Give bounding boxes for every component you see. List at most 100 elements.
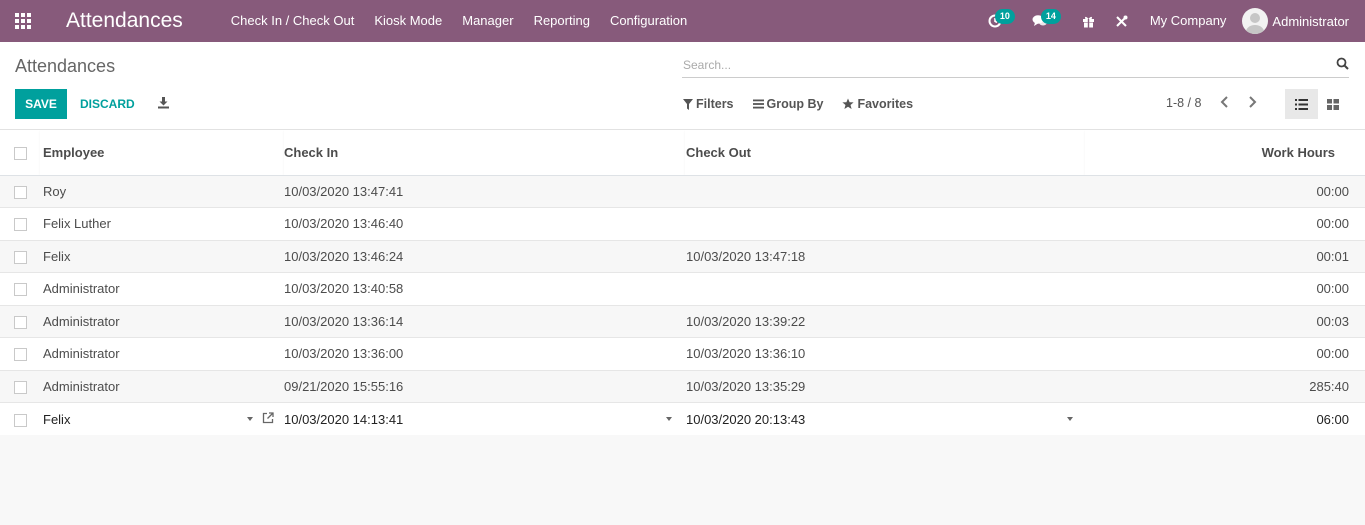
row-checkbox[interactable]	[14, 413, 27, 427]
kanban-view-button[interactable]	[1320, 89, 1346, 119]
favorites-button[interactable]: Favorites	[842, 97, 913, 111]
check-in-cell[interactable]: 09/21/2020 15:55:16	[284, 369, 685, 403]
check-in-cell[interactable]: 10/03/2020 13:47:41	[284, 174, 685, 208]
work-hours-cell[interactable]: 00:00	[1085, 337, 1365, 370]
external-link-icon[interactable]	[262, 412, 274, 424]
app-title[interactable]: Attendances	[46, 9, 221, 33]
employee-dropdown-caret-icon[interactable]	[247, 417, 253, 421]
check-out-field[interactable]: 10/03/2020 20:13:43	[685, 402, 1085, 435]
menu-item-check-in-check-out[interactable]: Check In / Check Out	[221, 0, 365, 42]
employee-cell[interactable]: Administrator	[40, 337, 284, 370]
group-by-label: Group By	[766, 97, 824, 111]
activity-count-badge: 10	[994, 9, 1015, 24]
employee-cell[interactable]: Administrator	[40, 304, 284, 338]
column-header-employee[interactable]: Employee	[40, 130, 284, 176]
top-navbar: Attendances Check In / Check Out Kiosk M…	[0, 0, 1365, 42]
debug-tools-menu[interactable]	[1105, 0, 1138, 42]
check-out-cell[interactable]: 10/03/2020 13:39:22	[685, 304, 1085, 338]
column-header-check-in[interactable]: Check In	[284, 130, 685, 176]
activity-menu[interactable]: 10	[978, 0, 1022, 42]
employee-cell[interactable]: Roy	[40, 174, 284, 208]
check-out-cell[interactable]	[685, 272, 1085, 305]
employee-field[interactable]: Felix	[40, 402, 284, 435]
work-hours-cell[interactable]: 00:03	[1085, 304, 1365, 338]
company-switcher[interactable]: My Company	[1138, 0, 1243, 42]
table-row[interactable]: Administrator 10/03/2020 13:36:00 10/03/…	[0, 337, 1365, 370]
editable-row[interactable]: Felix 10/03/2020 14:13:41 10/03/2020 20:…	[0, 402, 1365, 435]
table-row[interactable]: Felix 10/03/2020 13:46:24 10/03/2020 13:…	[0, 239, 1365, 273]
row-select-cell	[0, 207, 40, 240]
download-icon[interactable]	[157, 96, 170, 109]
work-hours-cell[interactable]: 00:01	[1085, 239, 1365, 273]
work-hours-cell[interactable]: 00:00	[1085, 174, 1365, 208]
employee-field-value: Felix	[43, 411, 71, 427]
control-panel: Attendances SAVE DISCARD Filters Group B…	[0, 42, 1365, 130]
check-in-picker-caret-icon[interactable]	[666, 417, 672, 421]
menu-item-kiosk-mode[interactable]: Kiosk Mode	[364, 0, 452, 42]
filters-button[interactable]: Filters	[683, 97, 734, 111]
row-checkbox[interactable]	[14, 348, 27, 362]
work-hours-cell[interactable]: 00:00	[1085, 207, 1365, 240]
group-by-button[interactable]: Group By	[752, 97, 824, 111]
row-checkbox[interactable]	[14, 283, 27, 297]
column-header-check-out[interactable]: Check Out	[685, 130, 1085, 176]
search-options: Filters Group By Favorites	[683, 97, 932, 111]
list-view-button[interactable]	[1285, 89, 1318, 119]
chevron-left-icon[interactable]	[1220, 96, 1230, 108]
table-row[interactable]: Administrator 10/03/2020 13:36:14 10/03/…	[0, 304, 1365, 338]
check-in-cell[interactable]: 10/03/2020 13:40:58	[284, 272, 685, 305]
search-bar	[682, 54, 1349, 78]
row-checkbox[interactable]	[14, 218, 27, 232]
table-row[interactable]: Roy 10/03/2020 13:47:41 00:00	[0, 174, 1365, 208]
search-icon[interactable]	[1336, 57, 1349, 70]
employee-cell[interactable]: Administrator	[40, 272, 284, 305]
select-all-checkbox[interactable]	[14, 146, 27, 160]
messaging-menu[interactable]: 14	[1022, 0, 1072, 42]
menu-item-manager[interactable]: Manager	[452, 0, 523, 42]
employee-cell[interactable]: Administrator	[40, 369, 284, 403]
check-out-cell[interactable]: 10/03/2020 13:35:29	[685, 369, 1085, 403]
discard-button[interactable]: DISCARD	[80, 89, 135, 119]
employee-cell[interactable]: Felix Luther	[40, 207, 284, 240]
check-in-cell[interactable]: 10/03/2020 13:46:40	[284, 207, 685, 240]
work-hours-cell[interactable]: 285:40	[1085, 369, 1365, 403]
list-icon	[1295, 98, 1308, 110]
check-in-cell[interactable]: 10/03/2020 13:36:14	[284, 304, 685, 338]
row-select-cell	[0, 369, 40, 403]
breadcrumb: Attendances	[15, 56, 116, 76]
menu-item-configuration[interactable]: Configuration	[600, 0, 697, 42]
message-count-badge: 14	[1040, 9, 1061, 24]
check-out-cell[interactable]	[685, 207, 1085, 240]
row-checkbox[interactable]	[14, 315, 27, 329]
table-row[interactable]: Administrator 09/21/2020 15:55:16 10/03/…	[0, 369, 1365, 403]
row-checkbox[interactable]	[14, 250, 27, 264]
check-out-cell[interactable]	[685, 174, 1085, 208]
kanban-icon	[1327, 98, 1339, 110]
check-in-cell[interactable]: 10/03/2020 13:36:00	[284, 337, 685, 370]
column-header-work-hours[interactable]: Work Hours	[1085, 130, 1365, 176]
attendance-list: Employee Check In Check Out Work Hours R…	[0, 130, 1365, 435]
save-button[interactable]: SAVE	[15, 89, 67, 119]
apps-menu-icon[interactable]	[0, 0, 46, 42]
search-input[interactable]	[682, 54, 1322, 76]
row-checkbox[interactable]	[14, 185, 27, 199]
tools-icon	[1116, 15, 1128, 27]
gift-menu[interactable]	[1072, 0, 1105, 42]
check-in-cell[interactable]: 10/03/2020 13:46:24	[284, 239, 685, 273]
work-hours-cell[interactable]: 00:00	[1085, 272, 1365, 305]
table-row[interactable]: Felix Luther 10/03/2020 13:46:40 00:00	[0, 207, 1365, 240]
check-out-picker-caret-icon[interactable]	[1067, 417, 1073, 421]
table-row[interactable]: Administrator 10/03/2020 13:40:58 00:00	[0, 272, 1365, 305]
check-out-cell[interactable]: 10/03/2020 13:47:18	[685, 239, 1085, 273]
menu-item-reporting[interactable]: Reporting	[524, 0, 600, 42]
gift-icon	[1082, 16, 1094, 27]
check-in-field[interactable]: 10/03/2020 14:13:41	[284, 402, 685, 435]
work-hours-cell: 06:00	[1085, 402, 1365, 435]
user-menu[interactable]: Administrator	[1242, 8, 1365, 34]
row-checkbox[interactable]	[14, 380, 27, 394]
favorites-label: Favorites	[857, 97, 914, 111]
employee-cell[interactable]: Felix	[40, 239, 284, 273]
pager-value[interactable]: 1-8 / 8	[1166, 96, 1201, 110]
chevron-right-icon[interactable]	[1247, 96, 1257, 108]
check-out-cell[interactable]: 10/03/2020 13:36:10	[685, 337, 1085, 370]
